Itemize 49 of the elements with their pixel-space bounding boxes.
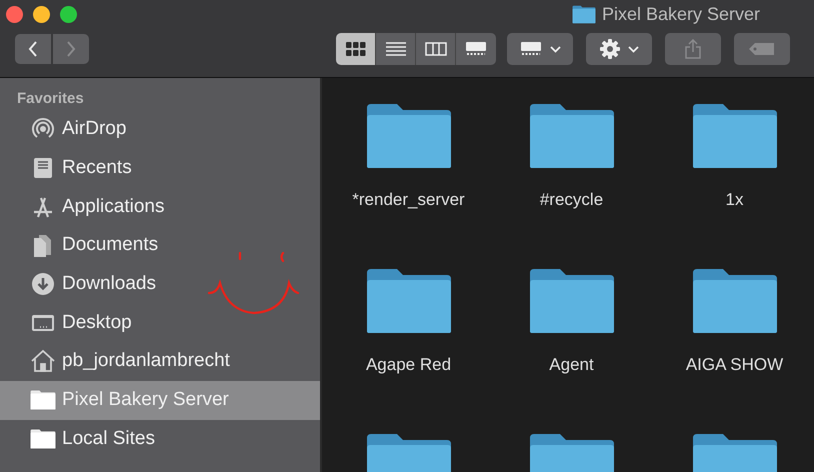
gallery-icon: [465, 42, 487, 56]
download-icon: [30, 271, 56, 298]
folder-icon[interactable]: [690, 102, 778, 170]
folder-name: Agent: [549, 355, 594, 375]
sidebar-heading: Favorites: [16, 90, 85, 109]
folder-name: 1x: [726, 190, 744, 210]
tag-icon: [748, 42, 776, 56]
folder-icon[interactable]: [528, 102, 616, 170]
folder-icon[interactable]: [690, 267, 778, 335]
view-mode-button[interactable]: [416, 33, 456, 65]
folder-name: Agape Red: [366, 355, 452, 375]
share-icon: [685, 39, 701, 59]
view-mode-button[interactable]: [336, 33, 376, 65]
window-title: Pixel Bakery Server: [602, 4, 760, 24]
folder-icon: [572, 4, 596, 24]
sidebar-item[interactable]: Applications: [0, 187, 320, 226]
folder-icon: [30, 389, 56, 412]
close-button[interactable]: [6, 6, 23, 22]
gallery-icon: [520, 42, 542, 56]
chevron-down-icon: [550, 46, 560, 52]
folder-name: *render_server: [352, 190, 465, 210]
chevron-down-icon: [628, 46, 638, 52]
folder-name: #recycle: [540, 190, 604, 210]
folder-name: AIGA SHOW: [686, 355, 784, 375]
view-mode-button[interactable]: [456, 33, 496, 65]
folder-icon[interactable]: [364, 102, 452, 170]
sidebar-item[interactable]: AirDrop: [0, 110, 320, 149]
sidebar-item[interactable]: Recents: [0, 148, 320, 188]
chevron-left-icon: [28, 41, 38, 57]
sidebar-item[interactable]: Local Sites: [0, 420, 320, 458]
chevron-right-icon: [66, 41, 76, 57]
sidebar-item[interactable]: Documents: [0, 226, 320, 265]
list-icon: [386, 42, 406, 56]
folder-icon[interactable]: [528, 267, 616, 335]
columns-icon: [424, 42, 446, 56]
zoom-button[interactable]: [60, 6, 77, 22]
folder-icon: [30, 428, 56, 450]
view-mode-button[interactable]: [376, 33, 416, 65]
action-button[interactable]: [586, 33, 652, 65]
minimize-button[interactable]: [33, 6, 50, 22]
settings-icon: [600, 39, 620, 59]
grid-icon: [346, 42, 366, 56]
back-button[interactable]: [15, 34, 51, 64]
folder-icon[interactable]: [364, 267, 452, 335]
sidebar-item[interactable]: Downloads: [0, 264, 320, 304]
sidebar-item[interactable]: pb_jordanlambrecht: [0, 342, 320, 381]
house-icon: [30, 348, 56, 374]
group-button[interactable]: [507, 33, 573, 65]
sidebar-item[interactable]: Desktop: [0, 303, 320, 342]
